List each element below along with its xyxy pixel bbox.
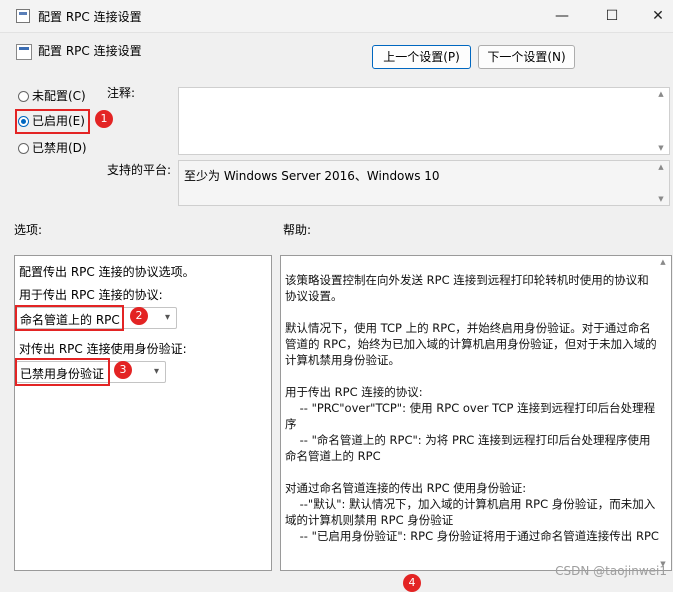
chevron-down-icon: ▾ (153, 366, 159, 377)
radio-enabled[interactable]: 已启用(E) (18, 112, 85, 130)
radio-disabled[interactable]: 已禁用(D) (18, 139, 87, 157)
callout-badge-3: 3 (114, 361, 132, 379)
comment-textarea[interactable]: ▲ ▼ (178, 87, 670, 155)
highlight-box-auth (15, 358, 110, 386)
comment-label: 注释: (107, 86, 136, 100)
radio-selected-icon (18, 116, 29, 127)
protocol-label: 用于传出 RPC 连接的协议: (19, 288, 163, 302)
prev-setting-button[interactable]: 上一个设置(P) (372, 45, 471, 69)
callout-badge-1: 1 (95, 110, 113, 128)
options-section-label: 选项: (14, 223, 43, 237)
options-description: 配置传出 RPC 连接的协议选项。 (19, 265, 195, 279)
platform-field: 至少为 Windows Server 2016、Windows 10 ▲ ▼ (178, 160, 670, 206)
help-section-label: 帮助: (283, 223, 312, 237)
platform-label: 支持的平台: (107, 163, 172, 177)
minimize-button[interactable]: — (540, 4, 584, 28)
radio-label: 已禁用(D) (32, 141, 87, 155)
watermark: CSDN @taojinwei1 (555, 564, 667, 578)
radio-icon (18, 143, 29, 154)
scroll-up-icon[interactable]: ▲ (654, 90, 668, 98)
help-text: 该策略设置控制在向外发送 RPC 连接到远程打印轮转机时使用的协议和协议设置。 … (285, 273, 659, 543)
radio-label: 未配置(C) (32, 89, 86, 103)
callout-badge-4: 4 (403, 574, 421, 592)
close-button[interactable]: ✕ (636, 4, 673, 28)
maximize-button[interactable]: ☐ (590, 4, 634, 28)
scroll-up-icon[interactable]: ▲ (654, 163, 668, 171)
radio-icon (18, 91, 29, 102)
highlight-box-protocol (15, 305, 124, 331)
chevron-down-icon: ▾ (164, 312, 170, 323)
scroll-up-icon[interactable]: ▲ (656, 258, 670, 266)
callout-badge-2: 2 (130, 307, 148, 325)
title-bar: 配置 RPC 连接设置 — ☐ ✕ (0, 0, 673, 33)
radio-label: 已启用(E) (32, 114, 85, 128)
next-setting-button[interactable]: 下一个设置(N) (478, 45, 575, 69)
scroll-down-icon[interactable]: ▼ (654, 195, 668, 203)
window-title: 配置 RPC 连接设置 (38, 10, 142, 24)
auth-label: 对传出 RPC 连接使用身份验证: (19, 342, 187, 356)
policy-icon (16, 44, 32, 60)
app-icon (16, 9, 30, 23)
platform-value: 至少为 Windows Server 2016、Windows 10 (184, 169, 440, 183)
radio-not-configured[interactable]: 未配置(C) (18, 87, 86, 105)
setting-title: 配置 RPC 连接设置 (38, 44, 142, 58)
scroll-down-icon[interactable]: ▼ (654, 144, 668, 152)
